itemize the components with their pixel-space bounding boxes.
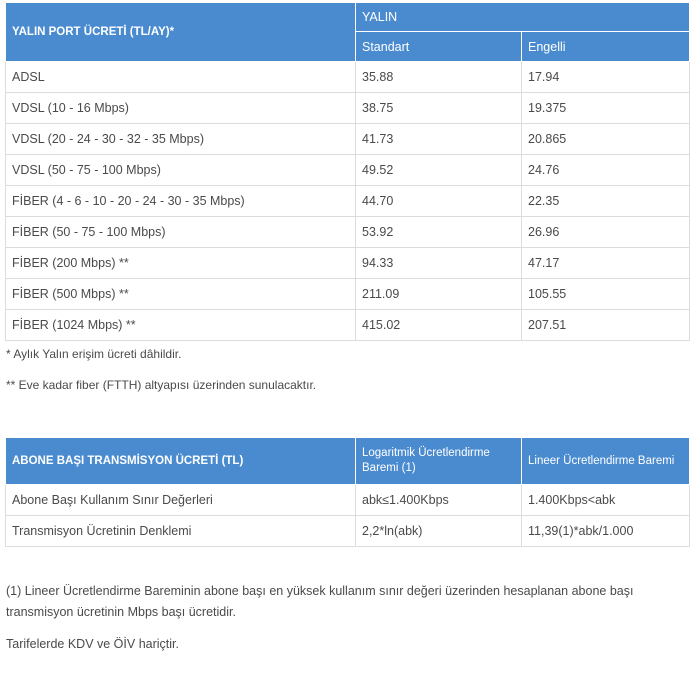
standard-value: 49.52 (355, 154, 522, 186)
disabled-value: 26.96 (520, 216, 691, 248)
standard-value: 415.02 (355, 309, 522, 341)
standard-value: 35.88 (355, 61, 522, 93)
log-tariff-header: Logaritmik Ücretlendirme Baremi (1) (355, 437, 522, 485)
standard-value: 94.33 (355, 247, 522, 279)
transmission-fee-header: ABONE BAŞI TRANSMİSYON ÜCRETİ (TL) (5, 437, 356, 485)
linear-tariff-header: Lineer Ücretlendirme Baremi (521, 437, 690, 485)
row-name: FİBER (1024 Mbps) ** (5, 309, 356, 341)
disabled-value: 20.865 (520, 123, 691, 155)
table-row: VDSL (50 - 75 - 100 Mbps) 49.52 24.76 (5, 154, 691, 186)
row-name: Abone Başı Kullanım Sınır Değerleri (5, 484, 356, 516)
standard-value: 53.92 (355, 216, 522, 248)
standard-value: 41.73 (355, 123, 522, 155)
disabled-value: 17.94 (520, 61, 691, 93)
table-row: VDSL (10 - 16 Mbps) 38.75 19.375 (5, 92, 691, 124)
disabled-header: Engelli (520, 31, 691, 62)
disabled-value: 47.17 (520, 247, 691, 279)
log-value: 2,2*ln(abk) (355, 515, 522, 547)
standard-header: Standart (355, 31, 522, 62)
disabled-value: 105.55 (520, 278, 691, 310)
table-row: FİBER (1024 Mbps) ** 415.02 207.51 (5, 309, 691, 341)
row-name: ADSL (5, 61, 356, 93)
log-value: abk≤1.400Kbps (355, 484, 522, 516)
row-name: FİBER (500 Mbps) ** (5, 278, 356, 310)
tax-note: Tarifelerde KDV ve ÖİV hariçtir. (6, 637, 179, 651)
row-name: FİBER (50 - 75 - 100 Mbps) (5, 216, 356, 248)
row-name: VDSL (50 - 75 - 100 Mbps) (5, 154, 356, 186)
table-row: FİBER (50 - 75 - 100 Mbps) 53.92 26.96 (5, 216, 691, 248)
standard-value: 38.75 (355, 92, 522, 124)
standard-value: 44.70 (355, 185, 522, 217)
row-name: VDSL (20 - 24 - 30 - 32 - 35 Mbps) (5, 123, 356, 155)
row-name: FİBER (200 Mbps) ** (5, 247, 356, 279)
footnote-linear-explanation: (1) Lineer Ücretlendirme Bareminin abone… (6, 584, 634, 619)
table-row: VDSL (20 - 24 - 30 - 32 - 35 Mbps) 41.73… (5, 123, 691, 155)
table-row: Abone Başı Kullanım Sınır Değerleri abk≤… (5, 484, 690, 516)
port-fee-table: YALIN PORT ÜCRETİ (TL/AY)* YALIN Standar… (5, 2, 691, 341)
row-name: Transmisyon Ücretinin Denklemi (5, 515, 356, 547)
footnote-1: * Aylık Yalın erişim ücreti dâhildir. (6, 347, 182, 361)
disabled-value: 19.375 (520, 92, 691, 124)
disabled-value: 22.35 (520, 185, 691, 217)
table-row: ADSL 35.88 17.94 (5, 61, 691, 93)
disabled-value: 207.51 (520, 309, 691, 341)
linear-value: 11,39(1)*abk/1.000 (521, 515, 690, 547)
standard-value: 211.09 (355, 278, 522, 310)
footnote-2: ** Eve kadar fiber (FTTH) altyapısı üzer… (6, 378, 317, 392)
group-header-yalin: YALIN (354, 2, 691, 32)
row-name: FİBER (4 - 6 - 10 - 20 - 24 - 30 - 35 Mb… (5, 185, 356, 217)
transmission-fee-table: ABONE BAŞI TRANSMİSYON ÜCRETİ (TL) Logar… (5, 437, 690, 547)
port-fee-header: YALIN PORT ÜCRETİ (TL/AY)* (5, 2, 356, 62)
table-row: FİBER (200 Mbps) ** 94.33 47.17 (5, 247, 691, 279)
disabled-value: 24.76 (520, 154, 691, 186)
table-row: FİBER (500 Mbps) ** 211.09 105.55 (5, 278, 691, 310)
row-name: VDSL (10 - 16 Mbps) (5, 92, 356, 124)
linear-value: 1.400Kbps<abk (521, 484, 690, 516)
table-row: Transmisyon Ücretinin Denklemi 2,2*ln(ab… (5, 515, 690, 547)
table-row: FİBER (4 - 6 - 10 - 20 - 24 - 30 - 35 Mb… (5, 185, 691, 217)
